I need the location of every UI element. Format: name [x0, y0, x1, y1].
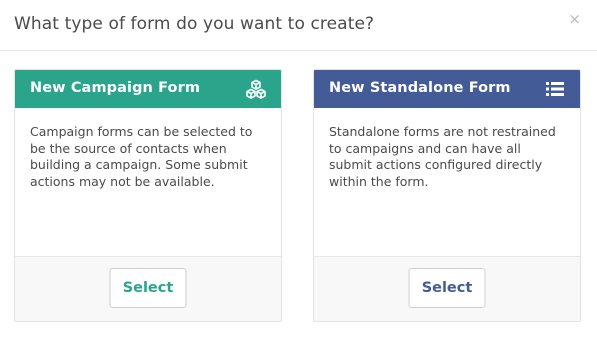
- cubes-icon: [246, 79, 266, 99]
- standalone-form-description: Standalone forms are not restrained to c…: [329, 124, 556, 189]
- dialog-title: What type of form do you want to create?: [14, 14, 375, 34]
- list-icon: [546, 82, 564, 96]
- close-button[interactable]: ×: [568, 12, 581, 27]
- campaign-form-card: New Campaign Form Campaign forms can be …: [14, 69, 282, 322]
- select-standalone-form-button[interactable]: Select: [408, 268, 486, 308]
- standalone-form-card: New Standalone Form Standalone forms are…: [313, 69, 581, 322]
- dialog-header: What type of form do you want to create?…: [0, 0, 597, 51]
- standalone-form-card-header: New Standalone Form: [314, 70, 580, 108]
- campaign-form-card-title: New Campaign Form: [30, 80, 201, 96]
- campaign-form-description: Campaign forms can be selected to be the…: [30, 124, 253, 189]
- campaign-form-card-footer: Select: [15, 256, 281, 321]
- standalone-form-card-title: New Standalone Form: [329, 80, 511, 96]
- campaign-form-card-header: New Campaign Form: [15, 70, 281, 108]
- standalone-form-card-footer: Select: [314, 256, 580, 321]
- select-campaign-form-button[interactable]: Select: [109, 268, 187, 308]
- form-type-dialog: What type of form do you want to create?…: [0, 0, 597, 354]
